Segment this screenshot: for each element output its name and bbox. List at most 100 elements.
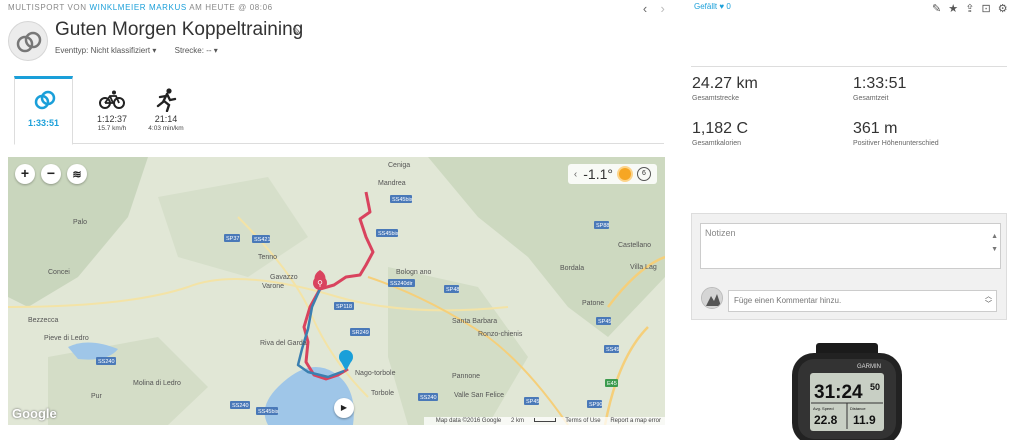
place-label: Pannone: [452, 373, 480, 380]
place-label: Mandrea: [378, 180, 406, 187]
tab-bike[interactable]: 1:12:37 15.7 km/h: [88, 76, 136, 144]
road-label: SP90: [589, 402, 602, 408]
layers-button[interactable]: ≋: [67, 164, 87, 184]
stat-value: 1,182 C: [692, 120, 749, 137]
run-icon: [156, 88, 177, 112]
stat-label: Gesamtstrecke: [692, 95, 740, 102]
report-error-link[interactable]: Report a map error: [610, 418, 661, 424]
comment-stepper[interactable]: ︿ ﹀: [985, 293, 992, 309]
place-label: Nago-torbole: [355, 370, 396, 377]
pencil-icon[interactable]: ✎: [292, 25, 301, 38]
multisport-icon: [8, 21, 48, 61]
terms-link[interactable]: Terms of Use: [565, 418, 600, 424]
place-label: Tenno: [258, 254, 277, 261]
road-label: SS240dir: [390, 281, 413, 287]
chevron-right-icon[interactable]: ›: [656, 1, 670, 16]
stat-distance: 24.27 km Gesamtstrecke: [692, 75, 758, 102]
like-area[interactable]: Gefällt ♥ 0: [694, 2, 731, 11]
notes-scrollbar[interactable]: ▲ ▼: [991, 230, 998, 256]
activity-navigation: ‹ ›: [638, 1, 670, 16]
play-icon: ▶: [340, 403, 348, 412]
route-map[interactable]: ⚲ Ceniga Mandrea Palo Tenno Gavazzo Varo…: [8, 157, 665, 425]
notes-field[interactable]: Notizen ▲ ▼: [700, 223, 1001, 269]
road-label: SP37: [226, 236, 239, 242]
like-label[interactable]: Gefällt: [694, 2, 717, 11]
byline-date: AM HEUTE @ 08:06: [189, 3, 273, 12]
place-label: Varone: [262, 283, 284, 290]
stat-label: Positiver Höhenunterschied: [853, 140, 939, 147]
place-label: Molina di Ledro: [133, 380, 181, 387]
divider: [691, 66, 1007, 67]
star-icon[interactable]: ★: [948, 3, 958, 15]
event-type-select[interactable]: Eventtyp: Nicht klassifiziert ▾: [55, 46, 156, 55]
like-count: 0: [726, 2, 731, 11]
sport-tabs: 1:33:51 1:12:37 15.7 km/h 21:14 4:03 min…: [14, 76, 664, 145]
road-label: E45: [607, 381, 617, 387]
device-image: GARMIN 31:24 50 Avg. Speed 22.8 Distance…: [790, 343, 904, 440]
chevron-left-icon[interactable]: ‹: [574, 169, 577, 180]
place-label: Gavazzo: [270, 274, 298, 281]
activity-meta: Eventtyp: Nicht klassifiziert ▾ Strecke:…: [55, 46, 234, 55]
road-label: SS45: [606, 347, 619, 353]
comment-input[interactable]: Füge einen Kommentar hinzu. ︿ ﹀: [728, 290, 997, 312]
place-label: Ceniga: [388, 162, 410, 169]
activity-toolbar: ✎ ★ ⇪ ⊡ ⚙: [928, 2, 1008, 15]
stat-value: 1:33:51: [853, 75, 907, 92]
watch-field1-label: Avg. Speed: [813, 406, 834, 411]
road-label: SS45bis: [392, 197, 413, 203]
comment-placeholder: Füge einen Kommentar hinzu.: [734, 296, 842, 305]
place-label: Pieve di Ledro: [44, 335, 89, 342]
tab-multisport-value: 1:33:51: [27, 118, 60, 128]
road-label: SP45: [526, 399, 539, 405]
road-label: SS421: [254, 237, 271, 243]
scale-bar: [533, 418, 556, 423]
zoom-out-button[interactable]: −: [41, 164, 61, 184]
place-label: Bezzecca: [28, 317, 58, 324]
map-attribution: Map data ©2016 Google 2 km Terms of Use …: [423, 417, 665, 425]
pencil-icon[interactable]: ✎: [932, 3, 941, 15]
wind-badge: 6: [637, 167, 651, 181]
play-button[interactable]: ▶: [334, 398, 354, 418]
gear-icon[interactable]: ⚙: [998, 3, 1008, 15]
chevron-left-icon[interactable]: ‹: [638, 1, 652, 16]
activity-title[interactable]: Guten Morgen Koppeltraining: [55, 19, 303, 41]
road-label: SP88: [596, 223, 609, 229]
lock-icon[interactable]: ⊡: [982, 3, 991, 15]
road-label: SP45: [598, 319, 611, 325]
watch-field2-value: 11.9: [853, 413, 876, 427]
tab-run[interactable]: 21:14 4:03 min/km: [142, 76, 190, 144]
notes-panel: Notizen ▲ ▼ Füge einen Kommentar hinzu. ︿…: [691, 213, 1007, 320]
place-label: Castellano: [618, 242, 651, 249]
multisport-icon: [34, 90, 56, 110]
course-select[interactable]: Strecke: -- ▾: [175, 46, 218, 55]
stat-calories: 1,182 C Gesamtkalorien: [692, 120, 748, 147]
watch-field1-value: 22.8: [814, 413, 838, 427]
stat-label: Gesamtkalorien: [692, 140, 742, 147]
tab-run-value: 21:14: [154, 114, 178, 124]
weather-widget[interactable]: ‹ -1.1° 6: [567, 164, 657, 184]
place-label: Riva del Garda: [260, 340, 307, 347]
road-label: SP118: [336, 304, 352, 310]
temperature: -1.1°: [583, 166, 613, 182]
stat-time: 1:33:51 Gesamtzeit: [853, 75, 906, 102]
byline-prefix: MULTISPORT VON: [8, 3, 87, 12]
author-link[interactable]: WINKLMEIER MARKUS: [89, 3, 186, 12]
share-icon[interactable]: ⇪: [965, 3, 974, 15]
tab-multisport[interactable]: 1:33:51: [14, 76, 73, 145]
place-label: Valle San Felice: [454, 392, 504, 399]
svg-text:⚲: ⚲: [317, 279, 323, 288]
map-canvas[interactable]: ⚲ Ceniga Mandrea Palo Tenno Gavazzo Varo…: [8, 157, 665, 425]
map-data-credit: Map data ©2016 Google: [435, 418, 502, 424]
road-label: SR249: [352, 330, 369, 336]
place-label: Villa Lag: [630, 264, 657, 271]
tab-run-pace: 4:03 min/km: [148, 125, 184, 132]
heart-icon[interactable]: ♥: [719, 2, 724, 11]
place-label: Concei: [48, 269, 70, 276]
zoom-in-button[interactable]: +: [15, 164, 35, 184]
tab-bike-value: 1:12:37: [96, 114, 128, 124]
watch-seconds: 50: [870, 382, 880, 392]
place-label: Ronzo-chienis: [478, 331, 523, 338]
stat-value: 361 m: [853, 120, 898, 137]
stat-label: Gesamtzeit: [853, 95, 889, 102]
place-label: Bologn ano: [396, 269, 432, 276]
